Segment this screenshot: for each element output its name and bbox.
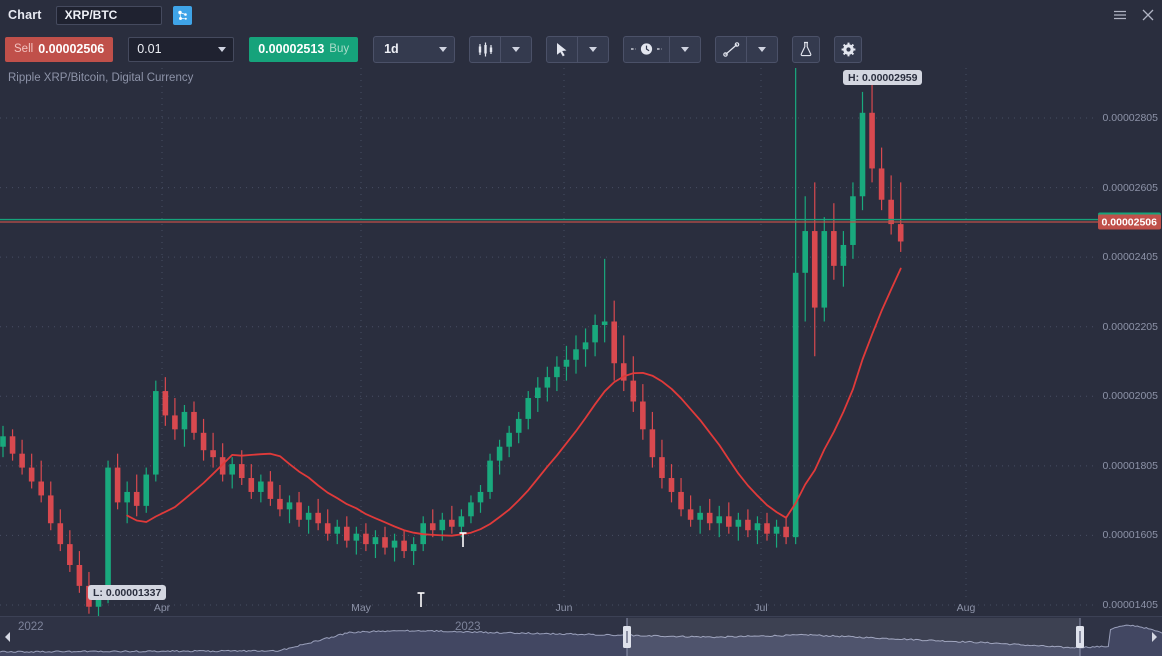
scroll-left-arrow-icon[interactable]	[1, 629, 15, 645]
chart-type-dropdown[interactable]	[501, 37, 531, 62]
close-icon[interactable]	[1140, 7, 1156, 23]
x-axis-tick-label: Apr	[153, 602, 171, 614]
sell-label: Sell	[14, 43, 34, 55]
sell-price: 0.00002506	[38, 42, 105, 56]
x-axis-tick-label: May	[351, 602, 371, 614]
buy-button[interactable]: 0.00002513 Buy	[249, 36, 359, 62]
chevron-down-icon	[681, 46, 690, 52]
timeframe-value: 1d	[384, 42, 399, 56]
time-tool-group	[623, 35, 702, 63]
cursor-tool-dropdown[interactable]	[578, 37, 608, 62]
symbol-input[interactable]: XRP/BTC	[55, 5, 162, 25]
navigator-year-left: 2022	[18, 621, 44, 633]
clock-time-icon[interactable]	[624, 37, 669, 62]
chevron-down-icon	[758, 46, 767, 52]
chevron-down-icon	[218, 46, 227, 52]
hamburger-menu-icon[interactable]	[1112, 7, 1128, 23]
chevron-down-icon	[589, 46, 598, 52]
y-axis-tick-label: 0.00002805	[1102, 112, 1158, 124]
timeframe-select[interactable]: 1d	[373, 35, 456, 63]
low-price-marker: L: 0.00001337	[88, 585, 167, 600]
price-chart[interactable]: Ripple XRP/Bitcoin, Digital Currency 0.0…	[0, 68, 1162, 616]
y-axis-tick-label: 0.00001805	[1102, 459, 1158, 472]
range-navigator[interactable]: 2022 2023	[0, 616, 1162, 656]
candlestick-chart-icon[interactable]	[470, 37, 500, 62]
navigator-year-right: 2023	[455, 621, 481, 633]
time-tool-dropdown[interactable]	[670, 37, 700, 62]
window-controls	[1112, 0, 1156, 30]
y-axis-tick-label: 0.00001605	[1102, 529, 1158, 542]
page-title: Chart	[8, 8, 42, 22]
network-nodes-icon[interactable]	[172, 5, 192, 25]
buy-label: Buy	[329, 43, 350, 55]
cursor-pointer-icon[interactable]	[547, 37, 577, 62]
drawing-tool-group	[715, 35, 779, 63]
cursor-tool-group	[546, 35, 610, 63]
trend-line-icon[interactable]	[716, 37, 746, 62]
y-axis-tick-label: 0.00002405	[1102, 251, 1158, 264]
chart-canvas[interactable]	[0, 68, 1162, 616]
chart-type-group	[469, 35, 533, 63]
x-axis-tick-label: Aug	[956, 602, 976, 614]
y-axis-tick-label: 0.00002005	[1102, 390, 1158, 403]
ask-price-tag: 0.00002506	[1097, 214, 1161, 230]
x-axis-tick-label: Jul	[754, 602, 768, 614]
scroll-right-arrow-icon[interactable]	[1147, 629, 1161, 645]
flask-indicators-icon[interactable]	[792, 35, 821, 63]
drawing-tool-dropdown[interactable]	[747, 37, 777, 62]
main-toolbar: Sell 0.00002506 0.01 0.00002513 Buy 1d	[0, 30, 1162, 68]
buy-price: 0.00002513	[258, 42, 325, 56]
chevron-down-icon	[439, 46, 448, 52]
y-axis-tick-label: 0.00002605	[1102, 181, 1158, 194]
chart-subtitle: Ripple XRP/Bitcoin, Digital Currency	[8, 72, 194, 84]
sell-button[interactable]: Sell 0.00002506	[5, 36, 114, 62]
y-axis-tick-label: 0.00001405	[1102, 599, 1158, 611]
symbol-value: XRP/BTC	[64, 8, 118, 22]
quantity-select[interactable]: 0.01	[128, 36, 235, 62]
quantity-value: 0.01	[137, 42, 162, 56]
high-price-marker: H: 0.00002959	[843, 70, 923, 85]
chevron-down-icon	[512, 46, 521, 52]
trading-chart-window: Chart XRP/BTC Sell 0.00002506 0.01 0.000…	[0, 0, 1162, 656]
x-axis-tick-label: Jun	[555, 602, 573, 614]
gear-settings-icon[interactable]	[834, 35, 863, 63]
title-bar: Chart XRP/BTC	[0, 0, 1162, 30]
y-axis-tick-label: 0.00002205	[1102, 320, 1158, 333]
navigator-canvas[interactable]	[0, 617, 1162, 656]
